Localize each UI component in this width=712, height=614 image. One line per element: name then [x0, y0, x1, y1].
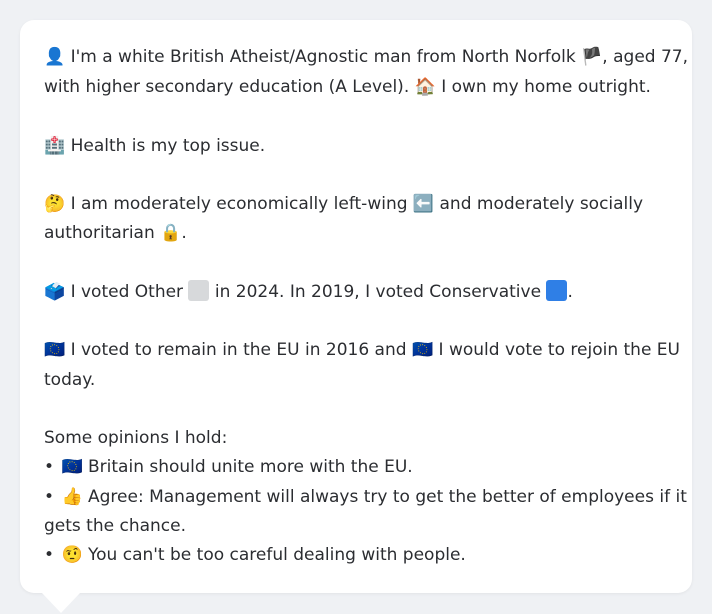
- home-ownership-text: I own my home outright.: [441, 77, 651, 97]
- profile-line-health: 🏥 Health is my top issue.: [44, 134, 265, 158]
- eu-rejoin-text: I would vote to rejoin the EU: [438, 340, 680, 360]
- england-flag-icon: 🏴: [581, 47, 603, 67]
- education-text: with higher secondary education (A Level…: [44, 77, 410, 97]
- opinions-heading: Some opinions I hold:: [44, 426, 227, 450]
- raised-eyebrow-face-icon: 🤨: [61, 545, 83, 565]
- opinion-text: Britain should unite more with the EU.: [88, 457, 413, 477]
- eu-flag-icon: 🇪🇺: [44, 340, 66, 360]
- opinions-heading-text: Some opinions I hold:: [44, 428, 228, 448]
- profile-line-economics: 🤔 I am moderately economically left-wing…: [44, 192, 643, 216]
- eu-today-text: today.: [44, 370, 96, 390]
- authoritarian-text: authoritarian: [44, 223, 155, 243]
- identity-text: I'm a white British Atheist/Agnostic man…: [70, 47, 576, 67]
- vote-2019-text: in 2024. In 2019, I voted Conservative: [214, 282, 542, 302]
- person-icon: 👤: [44, 47, 66, 67]
- thumbs-up-icon: 👍: [61, 487, 83, 507]
- bullet: •: [44, 545, 55, 565]
- opinion-item-cont: gets the chance.: [44, 514, 186, 538]
- hospital-icon: 🏥: [44, 136, 66, 156]
- profile-line-authoritarian: authoritarian 🔒.: [44, 221, 187, 245]
- social-text: and moderately socially: [439, 194, 644, 214]
- bullet: •: [44, 457, 55, 477]
- conservative-color-swatch: [546, 280, 568, 301]
- left-arrow-icon: ⬅️: [412, 194, 435, 214]
- profile-line-identity: 👤 I'm a white British Atheist/Agnostic m…: [44, 45, 688, 69]
- house-icon: 🏠: [414, 77, 436, 97]
- opinion-text: You can't be too careful dealing with pe…: [88, 545, 466, 565]
- other-party-color-swatch: [188, 280, 210, 301]
- profile-line-eu-cont: today.: [44, 368, 95, 392]
- age-text: , aged 77,: [602, 47, 689, 67]
- vote-period: .: [567, 282, 573, 302]
- opinion-item: • 👍 Agree: Management will always try to…: [44, 485, 687, 509]
- eu-flag-icon: 🇪🇺: [61, 457, 83, 477]
- opinion-item: • 🤨 You can't be too careful dealing wit…: [44, 543, 466, 567]
- eu-flag-icon: 🇪🇺: [411, 340, 434, 360]
- profile-line-eu: 🇪🇺 I voted to remain in the EU in 2016 a…: [44, 338, 680, 362]
- opinion-text: Agree: Management will always try to get…: [88, 487, 687, 507]
- profile-line-education: with higher secondary education (A Level…: [44, 75, 651, 99]
- bullet: •: [44, 487, 55, 507]
- opinion-item: • 🇪🇺 Britain should unite more with the …: [44, 455, 413, 479]
- speech-bubble-tail: [42, 593, 80, 613]
- lock-icon: 🔒: [160, 223, 182, 243]
- health-text: Health is my top issue.: [70, 136, 266, 156]
- opinion-text-cont: gets the chance.: [44, 516, 187, 536]
- authoritarian-period: .: [181, 223, 187, 243]
- vote-2024-text: I voted Other: [70, 282, 184, 302]
- thinking-face-icon: 🤔: [44, 194, 66, 214]
- economic-text: I am moderately economically left-wing: [70, 194, 408, 214]
- ballot-box-icon: 🗳️: [44, 282, 66, 302]
- profile-line-vote: 🗳️ I voted Other in 2024. In 2019, I vot…: [44, 280, 573, 304]
- eu-remain-text: I voted to remain in the EU in 2016 and: [70, 340, 407, 360]
